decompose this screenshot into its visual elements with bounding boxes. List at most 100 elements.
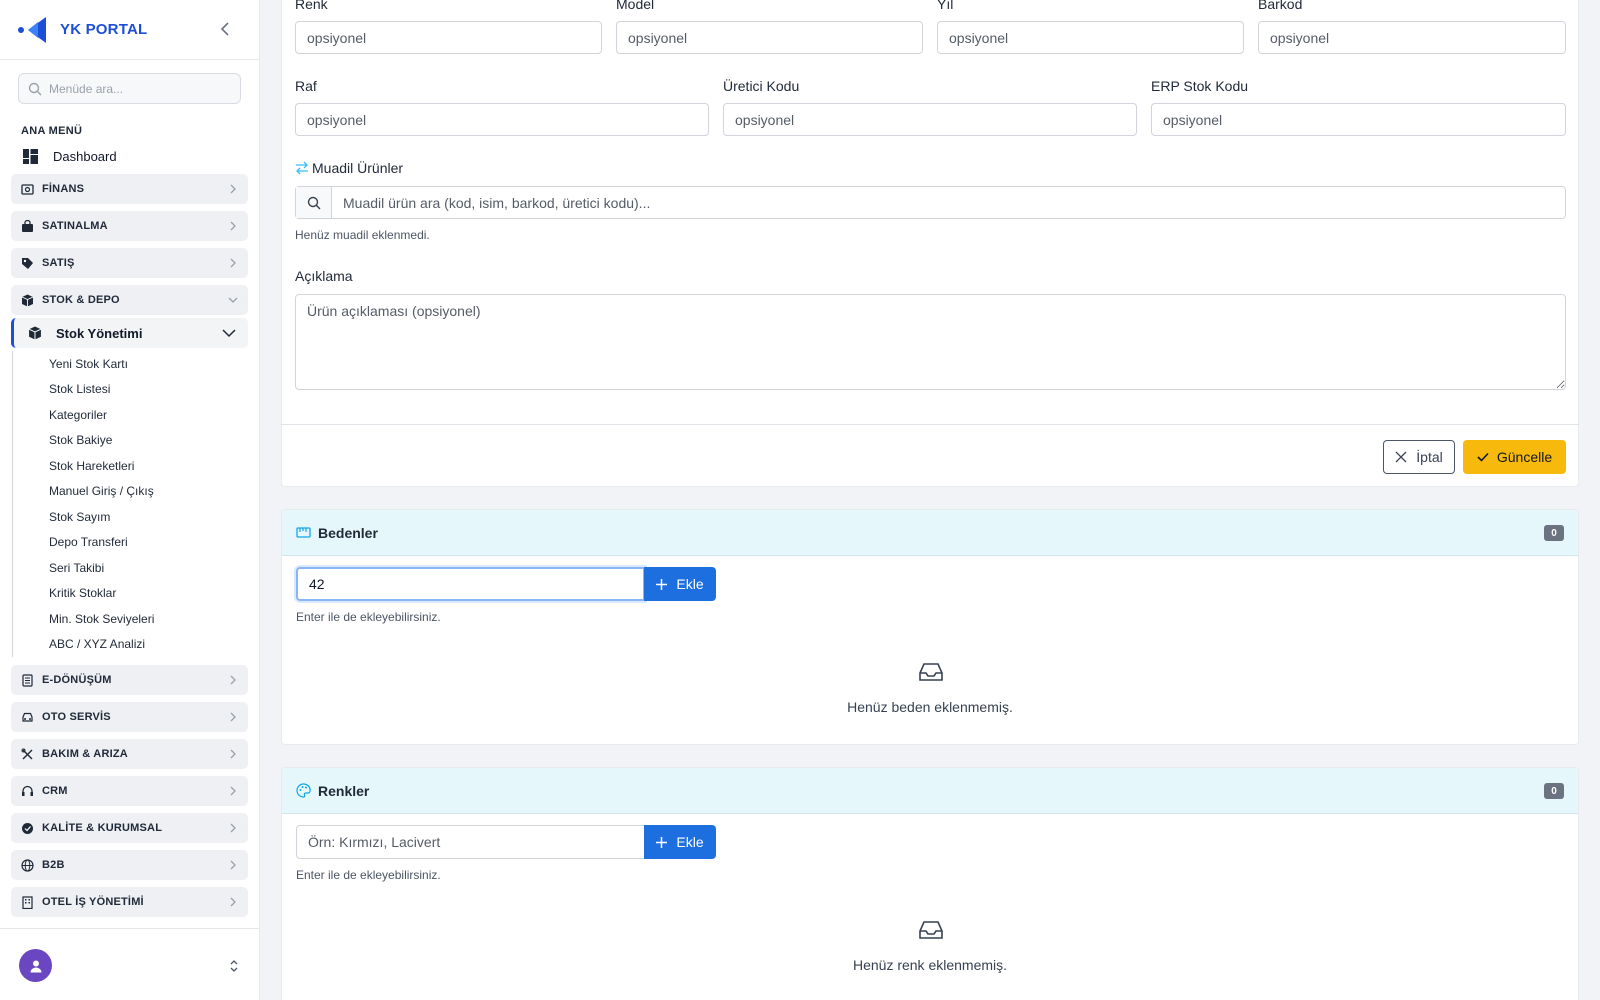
submenu-item-manuel-giris-cikis[interactable]: Manuel Giriş / Çıkış xyxy=(13,479,248,505)
sidebar-group-stok-depo[interactable]: STOK & DEPO xyxy=(11,285,248,315)
label-raf: Raf xyxy=(295,78,317,94)
plus-icon xyxy=(656,578,668,590)
submenu-item-min-stok-seviyeleri[interactable]: Min. Stok Seviyeleri xyxy=(13,606,248,632)
sidebar-group-label: E-DÖNÜŞÜM xyxy=(42,674,112,686)
avatar[interactable] xyxy=(19,949,52,982)
sizes-header: Bedenler 0 xyxy=(282,510,1578,556)
quality-badge-icon xyxy=(22,822,33,834)
yil-input[interactable] xyxy=(937,21,1244,54)
inbox-icon xyxy=(919,663,943,681)
add-color-button[interactable]: Ekle xyxy=(644,825,716,859)
sidebar-group-b2b[interactable]: B2B xyxy=(11,850,248,880)
logo-icon xyxy=(18,16,46,43)
product-form-card xyxy=(281,0,1579,487)
dashboard-icon xyxy=(23,148,38,164)
sidebar-item-dashboard[interactable]: Dashboard xyxy=(0,142,259,170)
active-submenu-label: Stok Yönetimi xyxy=(56,325,143,341)
sidebar-item-stok-yonetimi[interactable]: Stok Yönetimi xyxy=(11,318,248,348)
submenu-item-stok-hareketleri[interactable]: Stok Hareketleri xyxy=(13,453,248,479)
uretici-kodu-input[interactable] xyxy=(723,103,1137,136)
collapse-sidebar-icon[interactable] xyxy=(217,20,235,38)
sidebar-group-label: BAKIM & ARIZA xyxy=(42,748,128,760)
sizes-count-badge: 0 xyxy=(1544,525,1564,541)
box-icon xyxy=(28,326,42,340)
add-color-label: Ekle xyxy=(676,834,704,850)
size-input[interactable] xyxy=(296,567,645,601)
menu-search-box[interactable] xyxy=(18,73,241,104)
sidebar-group-satinalma[interactable]: SATINALMA xyxy=(11,211,248,241)
description-textarea[interactable] xyxy=(295,294,1566,390)
sidebar-group-otel-is-yonetimi[interactable]: OTEL İŞ YÖNETİMİ xyxy=(11,887,248,917)
muadil-search-addon xyxy=(296,187,332,218)
chevron-right-icon xyxy=(230,823,236,833)
label-uretici-kodu: Üretici Kodu xyxy=(723,78,800,94)
sizes-title: Bedenler xyxy=(318,524,378,541)
colors-title: Renkler xyxy=(318,782,370,799)
tools-icon xyxy=(21,748,33,759)
submenu-item-kritik-stoklar[interactable]: Kritik Stoklar xyxy=(13,581,248,607)
submenu-item-stok-listesi[interactable]: Stok Listesi xyxy=(13,377,248,403)
muadil-search-group xyxy=(295,186,1566,219)
section-title: ANA MENÜ xyxy=(21,125,83,137)
sidebar-group-satis[interactable]: SATIŞ xyxy=(11,248,248,278)
building-icon xyxy=(22,895,33,909)
chevron-right-icon xyxy=(230,221,236,231)
sidebar-group-oto-servis[interactable]: OTO SERVİS xyxy=(11,702,248,732)
add-size-button[interactable]: Ekle xyxy=(644,567,716,601)
color-input[interactable] xyxy=(296,825,645,859)
muadil-empty-note: Henüz muadil eklenmedi. xyxy=(295,228,430,242)
sidebar-group-label: B2B xyxy=(42,859,65,871)
menu-search-input[interactable] xyxy=(49,81,231,96)
chevron-down-icon xyxy=(222,329,236,338)
cancel-button[interactable]: İptal xyxy=(1383,440,1455,474)
submenu-item-kategoriler[interactable]: Kategoriler xyxy=(13,402,248,428)
submenu-item-stok-bakiye[interactable]: Stok Bakiye xyxy=(13,428,248,454)
document-icon xyxy=(22,673,33,687)
chevron-right-icon xyxy=(230,258,236,268)
box-icon xyxy=(21,294,34,306)
sidebar-group-label: STOK & DEPO xyxy=(42,294,120,306)
chevron-right-icon xyxy=(230,749,236,759)
label-yil: Yıl xyxy=(937,0,954,12)
label-barkod: Barkod xyxy=(1258,0,1303,12)
sidebar-group-bakim-ariza[interactable]: BAKIM & ARIZA xyxy=(11,739,248,769)
sidebar-group-kalite-kurumsal[interactable]: KALİTE & KURUMSAL xyxy=(11,813,248,843)
plus-icon xyxy=(656,836,668,848)
label-model: Model xyxy=(616,0,655,12)
sidebar-group-label: SATIŞ xyxy=(42,257,75,269)
car-icon xyxy=(22,712,33,722)
colors-header: Renkler 0 xyxy=(282,768,1578,814)
model-input[interactable] xyxy=(616,21,923,54)
chevron-right-icon xyxy=(230,675,236,685)
chevron-right-icon xyxy=(230,786,236,796)
submenu-item-stok-sayim[interactable]: Stok Sayım xyxy=(13,504,248,530)
sidebar-group-crm[interactable]: CRM xyxy=(11,776,248,806)
color-enter-note: Enter ile de ekleyebilirsiniz. xyxy=(296,868,441,882)
label-aciklama: Açıklama xyxy=(295,268,353,284)
submenu-item-depo-transferi[interactable]: Depo Transferi xyxy=(13,530,248,556)
barkod-input[interactable] xyxy=(1258,21,1566,54)
sidebar: YK PORTAL ANA MENÜ Dashboard FİNANS S xyxy=(0,0,260,1000)
user-menu[interactable] xyxy=(0,928,259,1000)
sidebar-group-e-donusum[interactable]: E-DÖNÜŞÜM xyxy=(11,665,248,695)
chevron-up-down-icon[interactable] xyxy=(228,959,240,973)
app-title: YK PORTAL xyxy=(60,21,148,38)
renk-input[interactable] xyxy=(295,21,602,54)
sizes-empty-text: Henüz beden eklenmemiş. xyxy=(847,699,1013,715)
search-icon xyxy=(28,82,42,95)
submenu-item-seri-takibi[interactable]: Seri Takibi xyxy=(13,555,248,581)
submenu-item-yeni-stok-karti[interactable]: Yeni Stok Kartı xyxy=(13,351,248,377)
close-icon xyxy=(1395,451,1407,463)
erp-stok-kodu-input[interactable] xyxy=(1151,103,1566,136)
sidebar-group-label: FİNANS xyxy=(42,183,85,195)
sidebar-group-label: OTO SERVİS xyxy=(42,711,111,723)
muadil-search-input[interactable] xyxy=(332,187,1565,218)
submenu-item-abc-xyz-analizi[interactable]: ABC / XYZ Analizi xyxy=(13,632,248,658)
label-erp-stok-kodu: ERP Stok Kodu xyxy=(1151,78,1249,94)
sidebar-group-finans[interactable]: FİNANS xyxy=(11,174,248,204)
raf-input[interactable] xyxy=(295,103,709,136)
sidebar-group-label: CRM xyxy=(42,785,68,797)
cancel-label: İptal xyxy=(1416,449,1443,465)
chevron-down-icon xyxy=(228,297,238,303)
update-button[interactable]: Güncelle xyxy=(1463,440,1566,474)
